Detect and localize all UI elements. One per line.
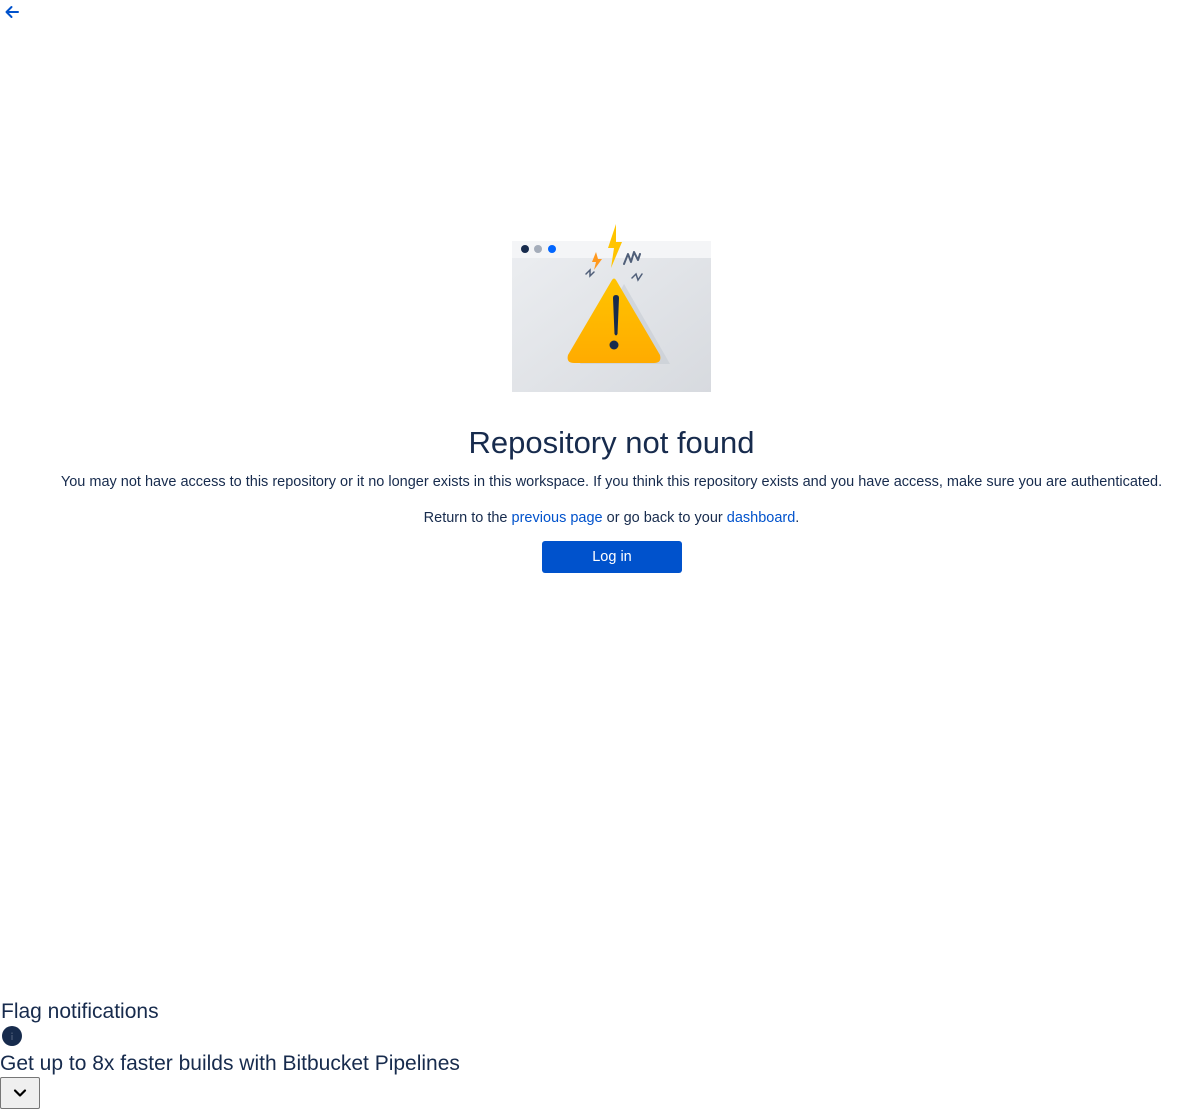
flag-expand-button[interactable] bbox=[0, 1077, 40, 1109]
return-prefix-text: Return to the bbox=[423, 510, 512, 526]
flag-title: Get up to 8x faster builds with Bitbucke… bbox=[0, 1052, 460, 1075]
return-middle-text: or go back to your bbox=[602, 510, 727, 526]
flag-notifications-heading: Flag notifications bbox=[1, 1000, 159, 1023]
dashboard-link[interactable]: dashboard bbox=[727, 510, 796, 526]
warning-triangle-illustration bbox=[512, 224, 711, 392]
page-title: Repository not found bbox=[468, 425, 755, 460]
chevron-down-icon bbox=[13, 1089, 27, 1097]
back-link[interactable] bbox=[3, 3, 21, 21]
arrow-left-icon bbox=[5, 6, 19, 18]
window-dot-blue bbox=[548, 245, 556, 253]
return-message: Return to the previous page or go back t… bbox=[0, 508, 1200, 528]
return-suffix-text: . bbox=[795, 510, 800, 526]
previous-page-link[interactable]: previous page bbox=[512, 510, 603, 526]
page: Repository not found You may not have ac… bbox=[0, 0, 1200, 1110]
info-icon bbox=[2, 1026, 22, 1046]
window-dot-dark bbox=[521, 245, 529, 253]
error-description: You may not have access to this reposito… bbox=[60, 474, 1163, 490]
login-button[interactable]: Log in bbox=[542, 541, 682, 573]
window-dot-grey bbox=[534, 245, 542, 253]
